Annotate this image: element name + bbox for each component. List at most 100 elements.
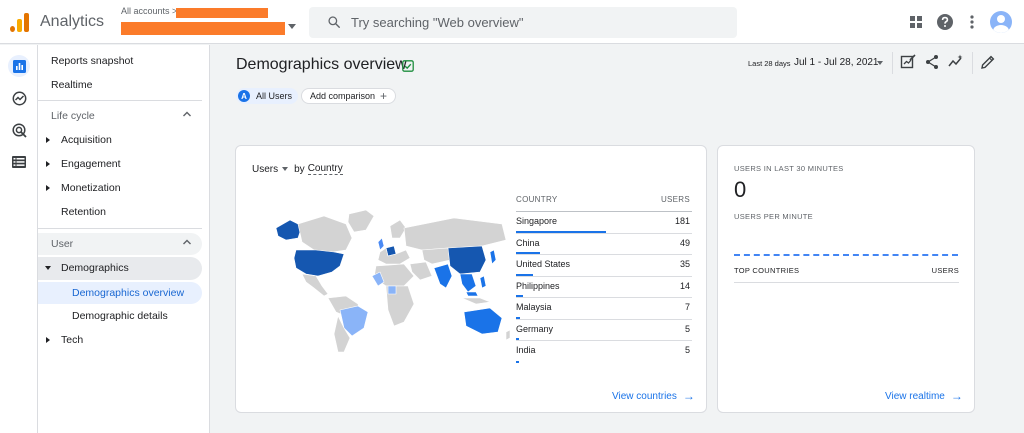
table-header: COUNTRY USERS [516, 192, 692, 212]
account-dropdown-icon[interactable] [288, 24, 296, 29]
insights-icon[interactable] [948, 54, 964, 70]
share-bar [516, 230, 606, 233]
view-realtime-link[interactable]: View realtime → [885, 389, 963, 403]
table-row[interactable]: Germany 5 [516, 320, 692, 341]
search-input[interactable] [351, 7, 721, 38]
verified-check-icon[interactable] [402, 60, 414, 72]
users-value: 5 [684, 323, 690, 334]
world-map[interactable] [254, 206, 514, 356]
dimension-label[interactable]: Country [307, 163, 343, 175]
collapse-arrow-icon [45, 266, 51, 270]
share-bar [516, 316, 520, 319]
users-by-country-card: Users by Country COUNTRY USERS Singapore… [235, 145, 707, 413]
map-region-india [433, 263, 453, 289]
column-header-country[interactable]: COUNTRY [516, 195, 558, 204]
all-accounts-link[interactable]: All accounts [121, 6, 170, 16]
nav-acquisition[interactable]: Acquisition [38, 129, 202, 151]
realtime-card: USERS IN LAST 30 MINUTES 0 USERS PER MIN… [717, 145, 975, 413]
metric-dimension-selector[interactable]: Users by Country [252, 163, 343, 175]
segment-badge: A [238, 90, 250, 102]
toolbar-divider [972, 52, 973, 74]
chevron-up-icon [183, 111, 191, 117]
table-row[interactable]: United States 35 [516, 255, 692, 277]
map-region-russia [403, 217, 507, 251]
explore-icon[interactable] [8, 87, 30, 109]
nav-engagement[interactable]: Engagement [38, 153, 202, 175]
nav-demographic-details[interactable]: Demographic details [38, 305, 202, 327]
nav-reports-snapshot[interactable]: Reports snapshot [38, 50, 202, 72]
apps-grid-icon[interactable] [906, 12, 926, 32]
metric-dropdown-icon[interactable] [282, 167, 289, 171]
column-header-users: USERS [931, 266, 959, 275]
users-value: 14 [679, 280, 690, 291]
help-icon[interactable] [935, 12, 955, 32]
redacted-account-name [176, 8, 268, 18]
nav-divider [38, 228, 202, 229]
date-range-picker[interactable]: Jul 1 - Jul 28, 2021 [794, 57, 879, 68]
customize-report-icon[interactable] [900, 54, 916, 70]
view-countries-link[interactable]: View countries → [612, 389, 695, 403]
expand-arrow-icon [46, 337, 50, 343]
redacted-property-name[interactable] [121, 22, 285, 35]
map-region-nigeria [387, 285, 397, 295]
metric-label[interactable]: Users [252, 164, 278, 175]
edit-pencil-icon[interactable] [980, 54, 996, 70]
reports-nav-panel: Reports snapshot Realtime Life cycle Acq… [38, 45, 210, 433]
share-icon[interactable] [924, 54, 940, 70]
map-region-china [447, 245, 487, 275]
map-region-southeast-asia [459, 273, 477, 293]
reports-icon[interactable] [8, 55, 30, 77]
analytics-logo-icon[interactable] [10, 12, 30, 32]
table-row[interactable]: Malaysia 7 [516, 298, 692, 320]
map-region-central-asia [421, 247, 451, 265]
chevron-up-icon [183, 239, 191, 245]
country-name: United States [516, 259, 571, 269]
nav-tech[interactable]: Tech [38, 329, 202, 351]
table-row[interactable]: India 5 [516, 341, 692, 363]
by-label: by [294, 163, 305, 175]
share-bar [516, 273, 533, 276]
nav-retention[interactable]: Retention [38, 201, 202, 223]
table-row[interactable]: Singapore 181 [516, 212, 692, 234]
arrow-right-icon: → [682, 389, 695, 403]
map-region-mexico [301, 273, 329, 297]
account-breadcrumb[interactable]: All accounts > [121, 6, 177, 16]
toolbar-divider [892, 52, 893, 74]
segment-chip-all-users[interactable]: A All Users [236, 88, 299, 104]
date-preset-label: Last 28 days [748, 59, 791, 68]
table-row[interactable]: Philippines 14 [516, 277, 692, 298]
nav-monetization[interactable]: Monetization [38, 177, 202, 199]
advertising-icon[interactable] [8, 119, 30, 141]
configure-icon[interactable] [8, 151, 30, 173]
account-avatar[interactable] [990, 11, 1012, 33]
country-name: India [516, 345, 536, 355]
map-region-greenland [347, 209, 375, 233]
nav-section-lifecycle[interactable]: Life cycle [38, 105, 202, 127]
app-name: Analytics [40, 13, 105, 30]
users-per-minute-label: USERS PER MINUTE [734, 212, 813, 221]
users-value: 35 [679, 259, 690, 269]
search-icon [328, 16, 340, 28]
account-selector[interactable]: All accounts > [121, 6, 177, 16]
map-region-middle-east [409, 261, 433, 281]
date-dropdown-icon[interactable] [877, 61, 883, 65]
users-value: 7 [684, 302, 690, 312]
users-last-30-min-value: 0 [734, 177, 747, 202]
search-bar[interactable] [309, 7, 737, 38]
nav-section-user[interactable]: User [38, 233, 202, 255]
share-bar [516, 338, 519, 340]
column-header-users[interactable]: USERS [661, 195, 690, 204]
nav-divider [38, 100, 202, 101]
page-title: Demographics overview [236, 56, 407, 73]
nav-realtime[interactable]: Realtime [38, 74, 202, 96]
add-comparison-button[interactable]: Add comparison + [301, 88, 397, 104]
users-value: 181 [674, 216, 690, 226]
nav-demographics-overview[interactable]: Demographics overview [38, 282, 202, 304]
country-name: Singapore [516, 216, 558, 226]
country-table: COUNTRY USERS Singapore 181 China 49 Uni… [516, 192, 692, 363]
table-row[interactable]: China 49 [516, 234, 692, 255]
nav-demographics[interactable]: Demographics [38, 257, 202, 279]
map-region-uk [377, 237, 385, 251]
more-vert-icon[interactable] [962, 12, 982, 32]
country-name: Malaysia [516, 302, 552, 312]
